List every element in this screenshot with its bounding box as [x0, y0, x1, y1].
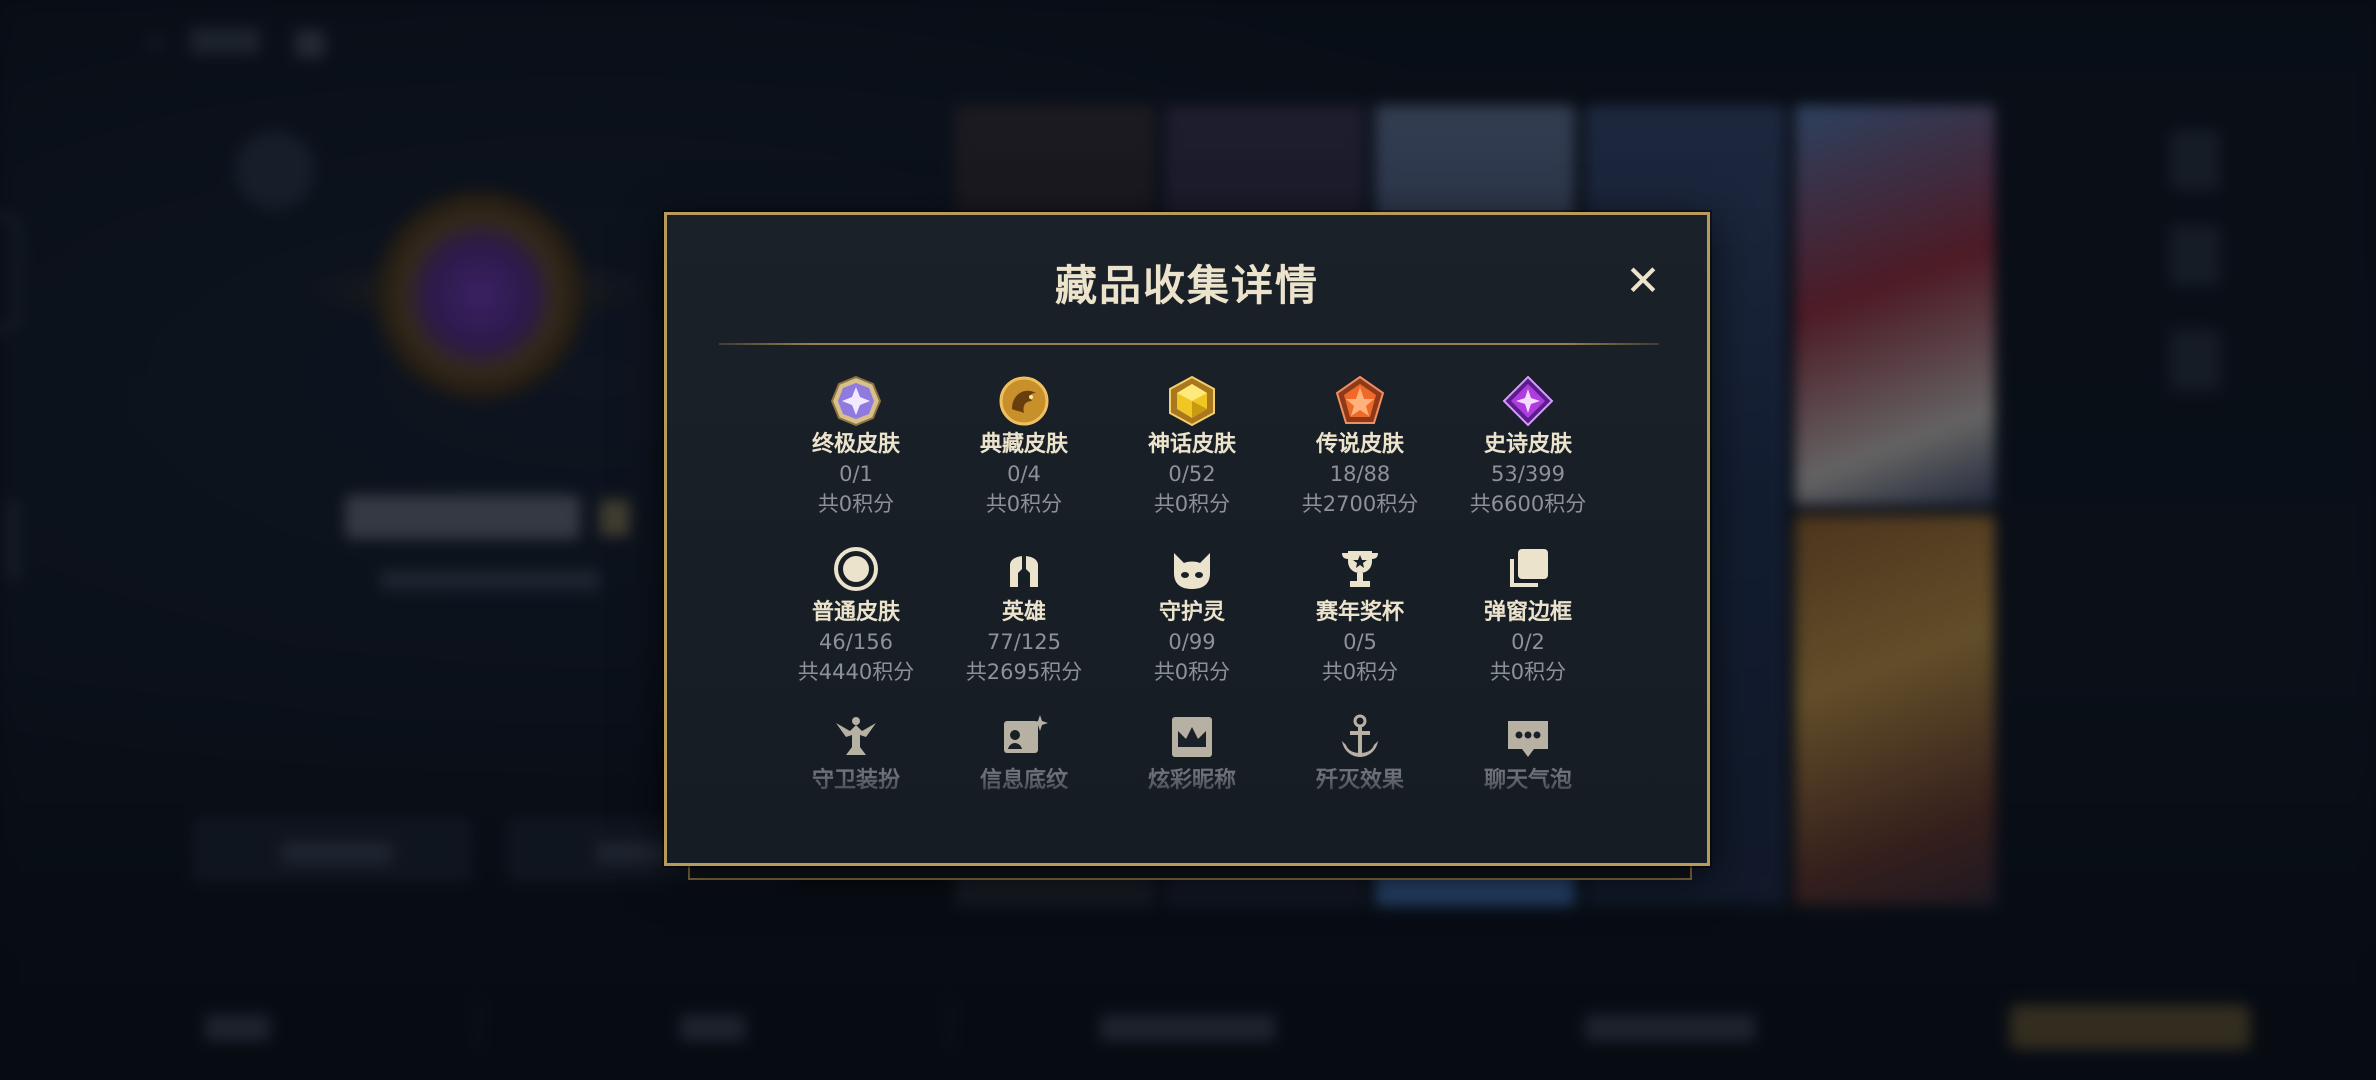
colorful-nickname-icon [1166, 711, 1218, 763]
item-count: 53/399 [1491, 462, 1565, 486]
item-name: 终极皮肤 [811, 432, 900, 457]
epic-skin-gem-icon [1502, 375, 1554, 427]
collection-details-modal: 藏品收集详情 ✕ 终极皮肤 0/1 共0积分 典藏皮肤 0/4 共0积分 神话皮… [664, 212, 1710, 866]
info-background-icon [998, 711, 1050, 763]
item-points: 共2700积分 [1301, 492, 1419, 516]
collection-item-normal-skin[interactable]: 普通皮肤 46/156 共4440积分 [772, 543, 940, 687]
item-count: 0/2 [1511, 630, 1545, 654]
collection-item-season-trophy[interactable]: 赛年奖杯 0/5 共0积分 [1276, 543, 1444, 687]
collection-item-collection-skin[interactable]: 典藏皮肤 0/4 共0积分 [940, 375, 1108, 519]
close-button[interactable]: ✕ [1622, 260, 1664, 302]
item-points: 共0积分 [817, 492, 895, 516]
item-count: 0/1 [839, 462, 873, 486]
item-points: 共6600积分 [1469, 492, 1587, 516]
item-count: 0/99 [1168, 630, 1216, 654]
item-name: 赛年奖杯 [1315, 600, 1404, 625]
hero-helmet-icon [998, 543, 1050, 595]
collection-item-guardian-spirit[interactable]: 守护灵 0/99 共0积分 [1108, 543, 1276, 687]
item-points: 共0积分 [1153, 492, 1231, 516]
modal-title: 藏品收集详情 [1054, 261, 1319, 310]
annihilation-effect-icon [1334, 711, 1386, 763]
ultimate-skin-gem-icon [830, 375, 882, 427]
legendary-skin-gem-icon [1334, 375, 1386, 427]
popup-frame-icon [1502, 543, 1554, 595]
item-count: 0/52 [1168, 462, 1216, 486]
collection-item-mythic-skin[interactable]: 神话皮肤 0/52 共0积分 [1108, 375, 1276, 519]
item-count: 18/88 [1329, 462, 1391, 486]
item-name: 典藏皮肤 [979, 432, 1068, 457]
collection-item-legendary-skin[interactable]: 传说皮肤 18/88 共2700积分 [1276, 375, 1444, 519]
guardian-spirit-icon [1166, 543, 1218, 595]
item-name: 弹窗边框 [1483, 600, 1572, 625]
item-name: 英雄 [1001, 600, 1046, 625]
item-count: 0/4 [1007, 462, 1041, 486]
mythic-skin-gem-icon [1166, 375, 1218, 427]
item-points: 共0积分 [1489, 660, 1567, 684]
item-name: 神话皮肤 [1147, 432, 1236, 457]
season-trophy-icon [1334, 543, 1386, 595]
item-points: 共2695积分 [965, 660, 1083, 684]
item-name: 史诗皮肤 [1483, 432, 1572, 457]
scroll-fade [670, 775, 1704, 825]
close-icon: ✕ [1625, 256, 1661, 305]
item-name: 传说皮肤 [1315, 432, 1404, 457]
collection-item-ultimate-skin[interactable]: 终极皮肤 0/1 共0积分 [772, 375, 940, 519]
item-count: 77/125 [987, 630, 1061, 654]
chat-bubble-icon [1502, 711, 1554, 763]
collection-item-hero[interactable]: 英雄 77/125 共2695积分 [940, 543, 1108, 687]
item-points: 共0积分 [1321, 660, 1399, 684]
title-divider [719, 343, 1659, 345]
collection-skin-dragon-icon [998, 375, 1050, 427]
item-points: 共0积分 [1153, 660, 1231, 684]
item-count: 0/5 [1343, 630, 1377, 654]
collection-item-popup-frame[interactable]: 弹窗边框 0/2 共0积分 [1444, 543, 1612, 687]
collection-item-epic-skin[interactable]: 史诗皮肤 53/399 共6600积分 [1444, 375, 1612, 519]
item-name: 普通皮肤 [811, 600, 900, 625]
item-points: 共0积分 [985, 492, 1063, 516]
item-points: 共4440积分 [797, 660, 915, 684]
guard-costume-icon [830, 711, 882, 763]
item-name: 守护灵 [1158, 600, 1225, 625]
normal-skin-ring-icon [830, 543, 882, 595]
item-count: 46/156 [819, 630, 893, 654]
